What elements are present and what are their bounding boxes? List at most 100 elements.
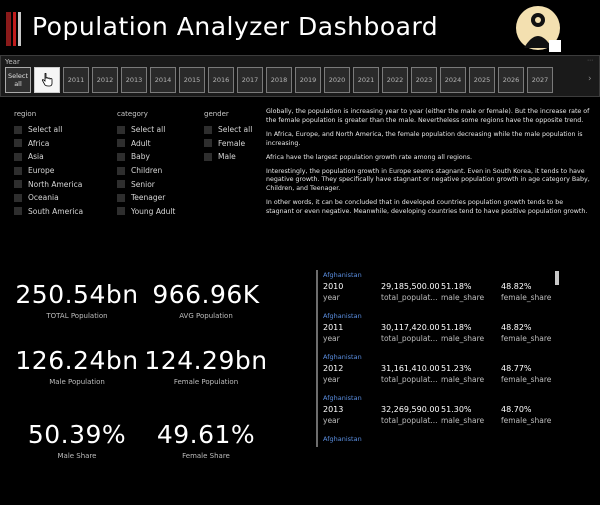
category-filter-option[interactable]: Young Adult: [117, 205, 175, 219]
year-tile[interactable]: 2015: [179, 67, 205, 93]
category-filter-option[interactable]: Senior: [117, 177, 175, 191]
total-population-value: 32,269,590.00: [381, 405, 440, 414]
filter-option-label: Male: [218, 152, 236, 162]
category-filter-option[interactable]: Select all: [117, 123, 175, 137]
female-share-label: female_share: [501, 293, 552, 302]
year-tile[interactable]: 2018: [266, 67, 292, 93]
category-filter-option[interactable]: Teenager: [117, 191, 175, 205]
kpi-value: 966.96K: [152, 280, 260, 309]
checkbox[interactable]: [14, 166, 22, 175]
filter-option-label: Adult: [131, 138, 151, 148]
year-tile[interactable]: 2013: [121, 67, 147, 93]
checkbox[interactable]: [117, 193, 125, 202]
checkbox[interactable]: [204, 139, 212, 148]
title-accent-bars: [6, 12, 26, 46]
male-share-label: male_share: [441, 334, 485, 343]
region-filter-option[interactable]: Asia: [14, 150, 83, 164]
filter-option-label: Female: [218, 138, 246, 148]
checkbox[interactable]: [117, 166, 125, 175]
year-tile[interactable]: 2024: [440, 67, 466, 93]
year-tile[interactable]: 2014: [150, 67, 176, 93]
category-filter-option[interactable]: Children: [117, 164, 175, 178]
checkbox[interactable]: [117, 152, 125, 161]
year-value: 2012: [323, 364, 344, 373]
year-select-all[interactable]: Select all: [5, 67, 31, 93]
page-title: Population Analyzer Dashboard: [32, 12, 439, 41]
female-share-value: 48.64%: [501, 446, 532, 447]
checkbox[interactable]: [14, 152, 22, 161]
country-name: Afghanistan: [323, 353, 362, 361]
year-tile[interactable]: 2020: [324, 67, 350, 93]
checkbox[interactable]: [117, 125, 125, 134]
region-filter-option[interactable]: North America: [14, 177, 83, 191]
region-filter-option[interactable]: Africa: [14, 137, 83, 151]
kpi-total-population: 250.54bn TOTAL Population: [12, 280, 142, 320]
table-scrollbar[interactable]: [555, 271, 559, 285]
year-tile[interactable]: 2021: [353, 67, 379, 93]
checkbox[interactable]: [14, 139, 22, 148]
chevron-right-icon[interactable]: ›: [588, 73, 596, 85]
year-value: 2010: [323, 282, 344, 291]
gender-filter-option[interactable]: Male: [204, 150, 252, 164]
year-tile[interactable]: 2023: [411, 67, 437, 93]
region-filter-option[interactable]: South America: [14, 205, 83, 219]
population-table[interactable]: Afghanistan 2010 29,185,500.00 51.18% 48.82%…: [316, 270, 562, 447]
region-filter-option[interactable]: Oceania: [14, 191, 83, 205]
total-population-label: total_populat...: [381, 416, 438, 425]
male-share-label: male_share: [441, 293, 485, 302]
male-share-label: male_share: [441, 416, 485, 425]
checkbox[interactable]: [14, 207, 22, 216]
table-row: Afghanistan 2013 32,269,590.00 51.30% 48.70%…: [316, 393, 562, 434]
year-tile[interactable]: 2016: [208, 67, 234, 93]
year-value: 2013: [323, 405, 344, 414]
filter-option-label: Select all: [131, 125, 166, 135]
category-filter-option[interactable]: Baby: [117, 150, 175, 164]
category-filter-option[interactable]: Adult: [117, 137, 175, 151]
year-tile-hover[interactable]: [34, 67, 60, 93]
kpi-avg-population: 966.96K AVG Population: [141, 280, 271, 320]
checkbox[interactable]: [14, 180, 22, 189]
region-filter-option[interactable]: Europe: [14, 164, 83, 178]
year-tile[interactable]: 2027: [527, 67, 553, 93]
year-tile[interactable]: 2022: [382, 67, 408, 93]
checkbox[interactable]: [14, 125, 22, 134]
checkbox[interactable]: [117, 139, 125, 148]
checkbox[interactable]: [117, 180, 125, 189]
year-tile[interactable]: 2019: [295, 67, 321, 93]
country-name: Afghanistan: [323, 271, 362, 279]
year-label: year: [323, 375, 340, 384]
insight-paragraph: Africa have the largest population growt…: [266, 153, 473, 161]
female-share-label: female_share: [501, 416, 552, 425]
checkbox[interactable]: [14, 193, 22, 202]
year-tile[interactable]: 2011: [63, 67, 89, 93]
female-share-value: 48.77%: [501, 364, 532, 373]
year-tile[interactable]: 2012: [92, 67, 118, 93]
checkbox[interactable]: [117, 207, 125, 216]
year-tile[interactable]: 2017: [237, 67, 263, 93]
country-name: Afghanistan: [323, 312, 362, 320]
year-slicer: Year ⋯ Select all 2011 2012 2013 2014 2015 20…: [0, 55, 600, 97]
country-name: Afghanistan: [323, 435, 362, 443]
male-share-label: male_share: [441, 375, 485, 384]
hand-cursor-icon: [41, 73, 53, 87]
female-share-value: 48.82%: [501, 282, 532, 291]
filter-option-label: Select all: [218, 125, 253, 135]
table-row: Afghanistan 2014 33,370,790.0051.36% 48.64%…: [316, 434, 562, 447]
kpi-male-population: 126.24bn Male Population: [12, 346, 142, 386]
female-share-label: female_share: [501, 334, 552, 343]
gender-filter-option[interactable]: Select all: [204, 123, 252, 137]
year-value: 2011: [323, 323, 344, 332]
insight-paragraph: In Africa, Europe, and North America, th…: [266, 130, 583, 147]
region-filter-option[interactable]: Select all: [14, 123, 83, 137]
category-filter-title: category: [117, 110, 148, 118]
year-tile[interactable]: 2026: [498, 67, 524, 93]
gender-filter-option[interactable]: Female: [204, 137, 252, 151]
filter-option-label: Europe: [28, 166, 55, 176]
year-tile[interactable]: 2025: [469, 67, 495, 93]
filter-option-label: Asia: [28, 152, 44, 162]
region-filter: region Select all Africa Asia Europe North A…: [14, 110, 83, 218]
country-name: Afghanistan: [323, 394, 362, 402]
checkbox[interactable]: [204, 152, 212, 161]
checkbox[interactable]: [204, 125, 212, 134]
slicer-menu-icon[interactable]: ⋯: [587, 57, 593, 64]
